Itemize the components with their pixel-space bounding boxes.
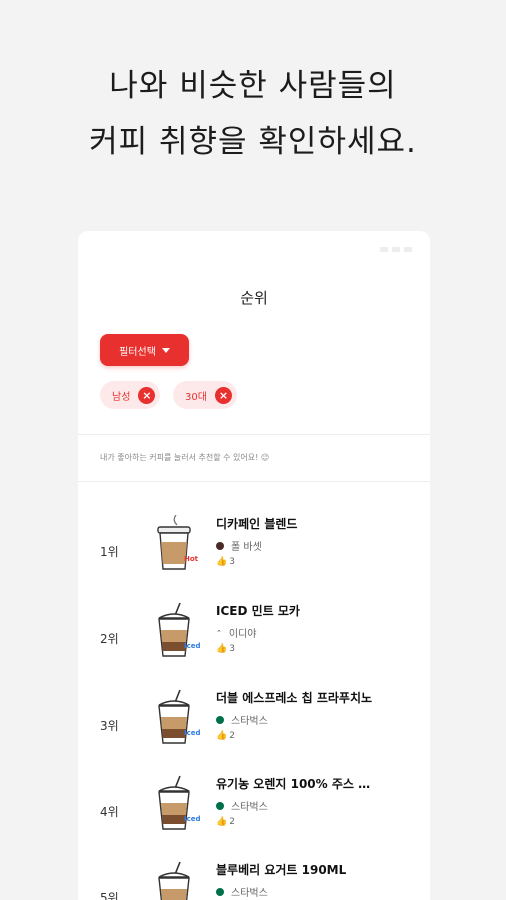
starbucks-logo-icon <box>216 715 224 724</box>
brand-name: 스타벅스 <box>231 888 268 899</box>
thumbs-up-icon: 👍 <box>216 557 228 567</box>
like-count-value: 3 <box>229 644 235 654</box>
brand: 폴 바셋 <box>216 538 262 553</box>
drink-name: 디카페인 블렌드 <box>216 517 298 531</box>
brand-name: 스타벅스 <box>231 716 268 727</box>
brand-name: 폴 바셋 <box>231 542 262 553</box>
rank-label: 1위 <box>100 545 119 559</box>
iced-coffee-cup-icon <box>158 775 190 830</box>
rank-label: 3위 <box>100 719 119 733</box>
ranking-item[interactable]: 2위 Iced ICED 민트 모카 ⌃ 이디야 👍 3 <box>78 598 430 684</box>
remove-chip-icon[interactable]: × <box>214 386 232 404</box>
starbucks-logo-icon <box>216 887 224 896</box>
like-count-value: 2 <box>229 817 235 827</box>
thumbs-up-icon: 👍 <box>216 817 228 827</box>
temperature-tag: Iced <box>184 729 201 737</box>
filter-chip-age: 30대 × <box>173 381 237 409</box>
filter-chip-gender: 남성 × <box>100 381 161 409</box>
like-count: 👍 2 <box>216 731 235 741</box>
thumbs-up-icon: 👍 <box>216 644 228 654</box>
rank-label: 5위 <box>100 891 119 900</box>
ediya-logo-icon: ⌃ <box>216 628 222 637</box>
ranking-item[interactable]: 5위 블루베리 요거트 190ML 스타벅스 <box>78 857 430 900</box>
brand-name: 스타벅스 <box>231 802 268 813</box>
filter-select-button[interactable]: 필터선택 <box>100 334 189 366</box>
filter-select-label: 필터선택 <box>119 346 156 358</box>
rank-label: 4위 <box>100 805 119 819</box>
temperature-tag: Hot <box>184 555 199 563</box>
hint-text: 내가 좋아하는 커피를 눌러서 추천할 수 있어요! 😉 <box>100 453 270 462</box>
drink-name: 더블 에스프레소 칩 프라푸치노 <box>216 691 373 705</box>
like-count: 👍 2 <box>216 817 235 827</box>
ranking-item[interactable]: 3위 Iced 더블 에스프레소 칩 프라푸치노 스타벅스 👍 2 <box>78 685 430 771</box>
paul-bassett-logo-icon <box>216 541 224 550</box>
rank-label: 2위 <box>100 632 119 646</box>
phone-screen: 순위 필터선택 남성 × 30대 × 내가 좋아하는 커피를 눌러서 추천할 수… <box>78 231 430 900</box>
brand: 스타벅스 <box>216 712 268 727</box>
temperature-tag: Iced <box>184 642 201 650</box>
iced-coffee-cup-icon <box>158 689 190 744</box>
status-bar-icons <box>380 247 412 252</box>
brand: 스타벅스 <box>216 884 268 899</box>
divider <box>78 434 430 435</box>
like-count-value: 2 <box>229 731 235 741</box>
temperature-tag: Iced <box>184 815 201 823</box>
ranking-item[interactable]: 4위 Iced 유기농 오렌지 100% 주스 … 스타벅스 👍 2 <box>78 771 430 857</box>
iced-coffee-cup-icon <box>158 861 190 900</box>
filter-chip-label: 30대 <box>185 391 207 403</box>
brand-name: 이디야 <box>228 629 257 640</box>
thumbs-up-icon: 👍 <box>216 731 228 741</box>
starbucks-logo-icon <box>216 801 224 810</box>
headline-line-1: 나와 비슷한 사람들의 <box>109 68 397 104</box>
like-count: 👍 3 <box>216 644 235 654</box>
brand: 스타벅스 <box>216 798 268 813</box>
drink-name: 블루베리 요거트 190ML <box>216 863 347 877</box>
like-count: 👍 3 <box>216 557 235 567</box>
drink-name: ICED 민트 모카 <box>216 604 300 618</box>
caret-down-icon <box>161 347 170 353</box>
hot-coffee-cup-icon <box>157 515 191 570</box>
filter-chip-label: 남성 <box>112 391 131 403</box>
ranking-item[interactable]: 1위 Hot 디카페인 블렌드 폴 바셋 👍 3 <box>78 511 430 597</box>
like-count-value: 3 <box>229 557 235 567</box>
headline-line-2: 커피 취향을 확인하세요. <box>89 124 417 160</box>
promo-headline: 나와 비슷한 사람들의 커피 취향을 확인하세요. <box>0 58 506 170</box>
iced-coffee-cup-icon <box>158 602 190 657</box>
drink-name: 유기농 오렌지 100% 주스 … <box>216 777 371 791</box>
brand: ⌃ 이디야 <box>216 625 257 641</box>
page-title: 순위 <box>240 289 268 307</box>
remove-chip-icon[interactable]: × <box>138 386 156 404</box>
divider <box>78 481 430 482</box>
